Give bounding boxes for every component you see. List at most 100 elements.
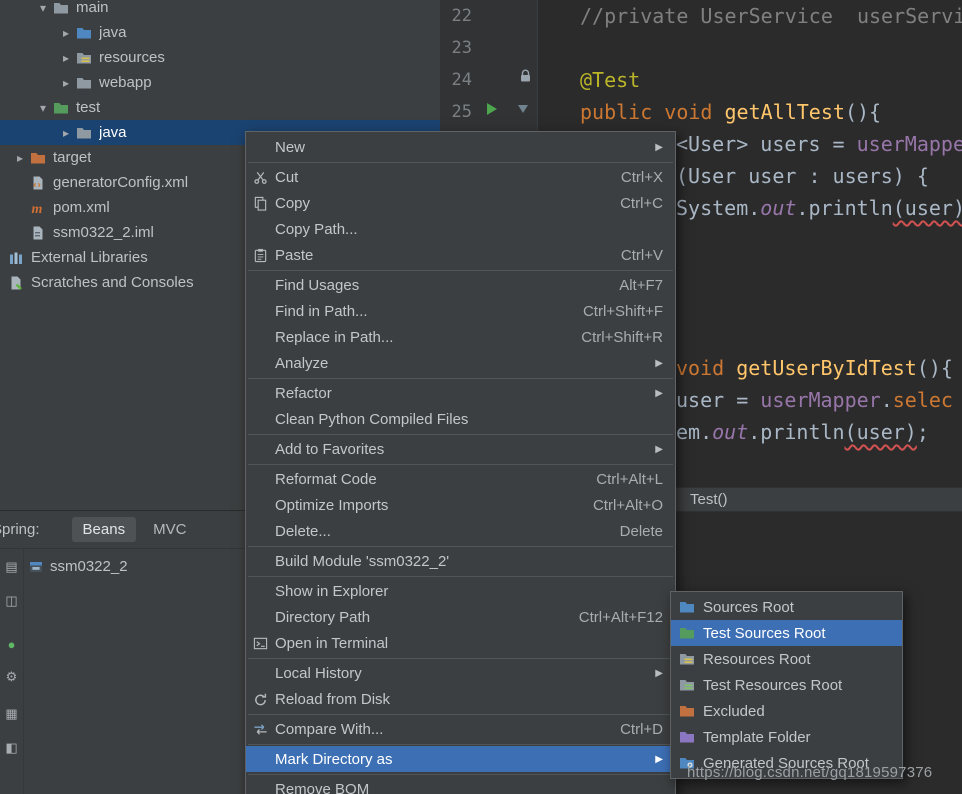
menu-item-label: Copy Path... bbox=[275, 221, 663, 238]
expand-arrow-icon[interactable]: ▸ bbox=[56, 51, 76, 65]
submenu-item-label: Excluded bbox=[703, 703, 765, 720]
code-line[interactable]: public void getAllTest(){ bbox=[580, 96, 881, 128]
tool-window-button-3[interactable]: ● bbox=[2, 635, 21, 654]
tree-item-webapp[interactable]: ▸ webapp bbox=[0, 70, 440, 95]
menu-item-add-to-favorites[interactable]: Add to Favorites▶ bbox=[246, 436, 675, 462]
menu-item-delete[interactable]: Delete...Delete bbox=[246, 518, 675, 544]
menu-separator bbox=[248, 658, 673, 659]
folder-excluded-icon bbox=[30, 150, 46, 166]
menu-item-label: Refactor bbox=[275, 385, 645, 402]
menu-item-directory-path[interactable]: Directory PathCtrl+Alt+F12 bbox=[246, 604, 675, 630]
menu-item-new[interactable]: New▶ bbox=[246, 134, 675, 160]
tree-item-test[interactable]: ▾ test bbox=[0, 95, 440, 120]
reload-icon bbox=[253, 692, 275, 707]
run-test-icon[interactable] bbox=[486, 102, 498, 116]
collapse-arrow-icon[interactable]: ▾ bbox=[33, 101, 53, 115]
menu-item-remove-bom[interactable]: Remove BOM bbox=[246, 776, 675, 794]
tree-item-label: java bbox=[99, 24, 127, 41]
menu-item-replace-in-path[interactable]: Replace in Path...Ctrl+Shift+R bbox=[246, 324, 675, 350]
code-line[interactable]: <User> users = userMappe bbox=[676, 128, 962, 160]
collapse-arrow-icon[interactable]: ▾ bbox=[33, 1, 53, 15]
menu-item-refactor[interactable]: Refactor▶ bbox=[246, 380, 675, 406]
menu-separator bbox=[248, 162, 673, 163]
menu-separator bbox=[248, 714, 673, 715]
folder-sources-icon bbox=[76, 25, 92, 41]
submenu-item-template-folder[interactable]: Template Folder bbox=[671, 724, 902, 750]
svg-text:m: m bbox=[32, 202, 43, 216]
menu-item-label: Mark Directory as bbox=[275, 751, 645, 768]
code-line[interactable]: (User user : users) { bbox=[676, 160, 929, 192]
code-token: userMappe bbox=[857, 132, 962, 156]
tool-window-button-2[interactable]: ◫ bbox=[2, 591, 21, 610]
menu-item-optimize-imports[interactable]: Optimize ImportsCtrl+Alt+O bbox=[246, 492, 675, 518]
tree-item-java[interactable]: ▸ java bbox=[0, 20, 440, 45]
menu-item-shortcut: Alt+F7 bbox=[619, 277, 663, 294]
menu-item-analyze[interactable]: Analyze▶ bbox=[246, 350, 675, 376]
menu-item-label: Local History bbox=[275, 665, 645, 682]
code-line[interactable]: user = userMapper.selec bbox=[676, 384, 953, 416]
code-token: out bbox=[712, 420, 748, 444]
tool-window-button-6[interactable]: ◧ bbox=[2, 738, 21, 757]
menu-separator bbox=[248, 744, 673, 745]
code-line[interactable]: System.out.println(user) bbox=[676, 192, 962, 224]
code-token: user = bbox=[676, 388, 760, 412]
menu-item-open-in-terminal[interactable]: Open in Terminal bbox=[246, 630, 675, 656]
menu-item-paste[interactable]: PasteCtrl+V bbox=[246, 242, 675, 268]
spring-tree-item[interactable]: ssm0322_2 bbox=[23, 554, 128, 579]
menu-item-local-history[interactable]: Local History▶ bbox=[246, 660, 675, 686]
code-line[interactable]: @Test bbox=[580, 64, 640, 96]
tree-item-label: test bbox=[76, 99, 100, 116]
submenu-arrow-icon: ▶ bbox=[655, 444, 663, 455]
menu-item-build-module-ssm0322-2[interactable]: Build Module 'ssm0322_2' bbox=[246, 548, 675, 574]
menu-item-show-in-explorer[interactable]: Show in Explorer bbox=[246, 578, 675, 604]
fold-marker-icon[interactable] bbox=[516, 103, 530, 115]
code-token: void bbox=[664, 100, 724, 124]
folder-resources-icon bbox=[76, 50, 92, 66]
code-token: //private UserService userServi bbox=[580, 4, 962, 28]
submenu-item-sources-root[interactable]: Sources Root bbox=[671, 594, 902, 620]
submenu-item-resources-root[interactable]: Resources Root bbox=[671, 646, 902, 672]
menu-item-compare-with[interactable]: Compare With...Ctrl+D bbox=[246, 716, 675, 742]
tree-item-label: resources bbox=[99, 49, 165, 66]
expand-arrow-icon[interactable]: ▸ bbox=[56, 126, 76, 140]
code-token: out bbox=[760, 196, 796, 220]
menu-item-copy[interactable]: CopyCtrl+C bbox=[246, 190, 675, 216]
tree-item-label: webapp bbox=[99, 74, 152, 91]
tab-beans[interactable]: Beans bbox=[72, 517, 137, 542]
line-number: 23 bbox=[442, 32, 472, 64]
menu-item-find-usages[interactable]: Find UsagesAlt+F7 bbox=[246, 272, 675, 298]
submenu-item-label: Test Resources Root bbox=[703, 677, 842, 694]
gutter-lock-icon bbox=[519, 69, 532, 83]
code-line[interactable]: //private UserService userServi bbox=[580, 0, 962, 32]
menu-item-cut[interactable]: CutCtrl+X bbox=[246, 164, 675, 190]
menu-item-label: Clean Python Compiled Files bbox=[275, 411, 663, 428]
code-line[interactable]: em.out.println(user); bbox=[676, 416, 929, 448]
menu-item-shortcut: Ctrl+D bbox=[620, 721, 663, 738]
menu-item-copy-path[interactable]: Copy Path... bbox=[246, 216, 675, 242]
menu-item-clean-python-compiled-files[interactable]: Clean Python Compiled Files bbox=[246, 406, 675, 432]
tool-window-button-4[interactable]: ⚙ bbox=[2, 667, 21, 686]
menu-item-reformat-code[interactable]: Reformat CodeCtrl+Alt+L bbox=[246, 466, 675, 492]
menu-separator bbox=[248, 546, 673, 547]
tree-item-resources[interactable]: ▸ resources bbox=[0, 45, 440, 70]
submenu-item-test-resources-root[interactable]: Test Resources Root bbox=[671, 672, 902, 698]
module-icon bbox=[28, 559, 44, 575]
menu-item-mark-directory-as[interactable]: Mark Directory as▶ bbox=[246, 746, 675, 772]
menu-item-shortcut: Ctrl+Alt+L bbox=[596, 471, 663, 488]
menu-item-reload-from-disk[interactable]: Reload from Disk bbox=[246, 686, 675, 712]
menu-item-label: Paste bbox=[275, 247, 607, 264]
tool-window-button-1[interactable]: ▤ bbox=[2, 557, 21, 576]
tree-item-label: java bbox=[99, 124, 127, 141]
expand-arrow-icon[interactable]: ▸ bbox=[10, 151, 30, 165]
tab-mvc[interactable]: MVC bbox=[142, 517, 197, 542]
folder-test-sources-icon bbox=[679, 625, 697, 641]
expand-arrow-icon[interactable]: ▸ bbox=[56, 26, 76, 40]
menu-item-find-in-path[interactable]: Find in Path...Ctrl+Shift+F bbox=[246, 298, 675, 324]
expand-arrow-icon[interactable]: ▸ bbox=[56, 76, 76, 90]
tree-item-main[interactable]: ▾main bbox=[0, 0, 440, 20]
code-line[interactable]: void getUserByIdTest(){ bbox=[676, 352, 953, 384]
submenu-item-excluded[interactable]: Excluded bbox=[671, 698, 902, 724]
submenu-item-test-sources-root[interactable]: Test Sources Root bbox=[671, 620, 902, 646]
tool-window-button-5[interactable]: ▦ bbox=[2, 704, 21, 723]
code-token: selec bbox=[893, 388, 953, 412]
